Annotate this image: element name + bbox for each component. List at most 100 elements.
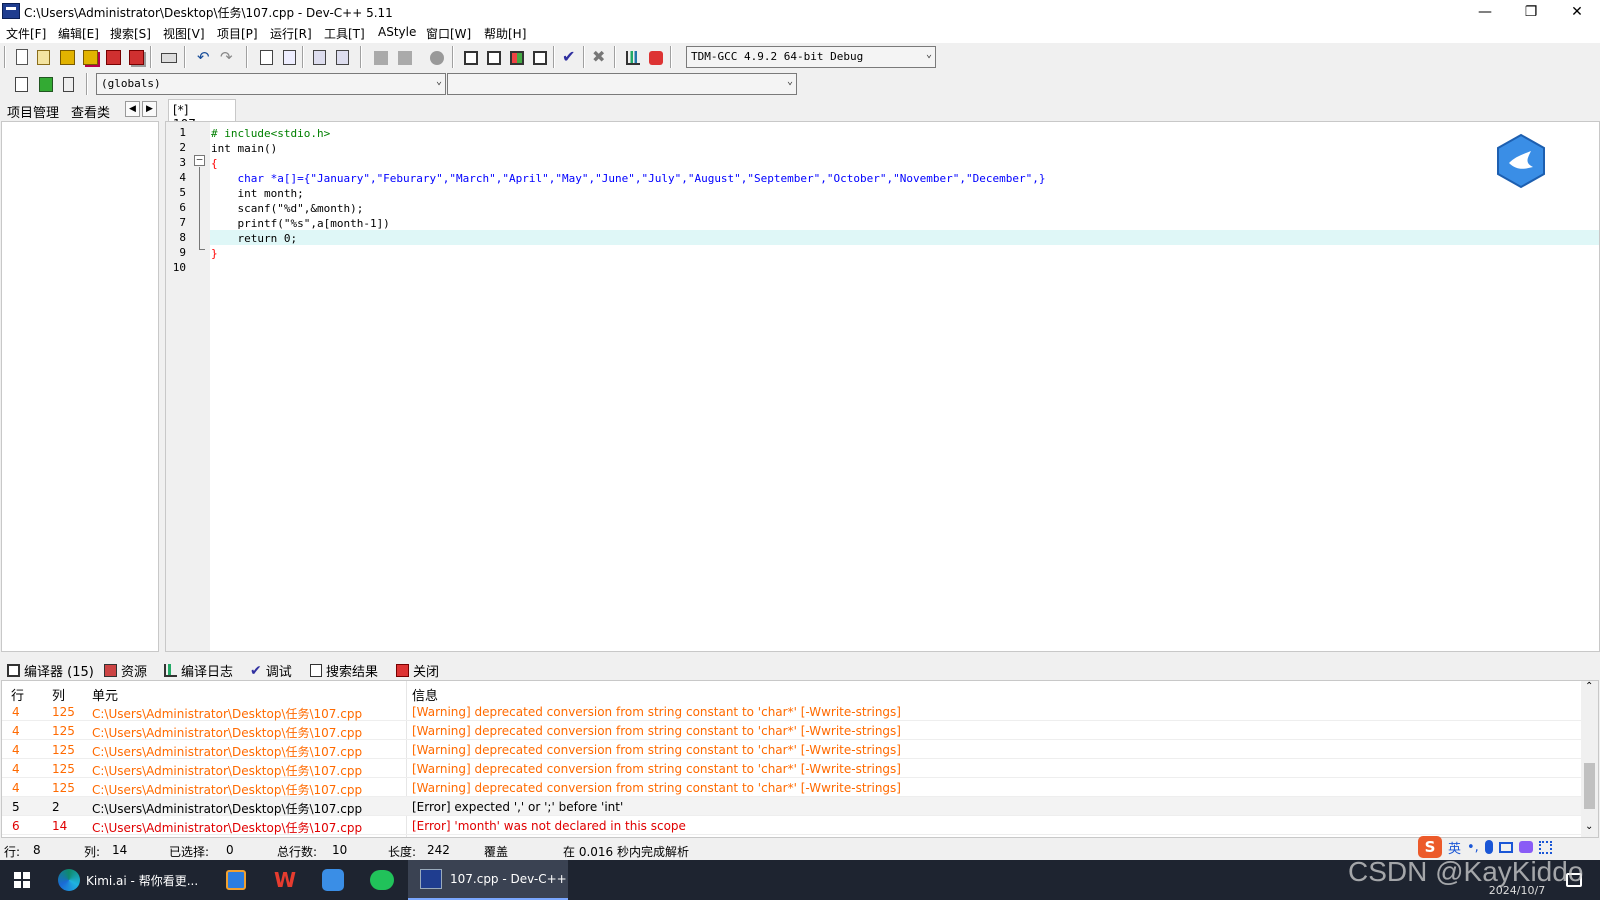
menu-tools[interactable]: 工具[T] bbox=[324, 25, 365, 42]
tab-debug[interactable]: ✔ 调试 bbox=[250, 661, 292, 681]
tab-scroll-left-button[interactable]: ◀ bbox=[125, 101, 140, 117]
replace-button[interactable] bbox=[279, 47, 299, 67]
check-syntax-button[interactable]: ✔ bbox=[561, 46, 581, 66]
close-file-button[interactable] bbox=[103, 47, 123, 67]
tab-project-manager[interactable]: 项目管理 bbox=[7, 102, 59, 121]
close-all-button[interactable] bbox=[126, 47, 146, 67]
taskbar-wechat[interactable] bbox=[370, 860, 396, 900]
scope-select[interactable]: (globals) ⌄ bbox=[96, 73, 446, 95]
goto-line-button[interactable] bbox=[426, 47, 446, 67]
bookmark-prev-button[interactable] bbox=[370, 47, 390, 67]
tab-compiler[interactable]: 编译器 (15) bbox=[7, 661, 94, 680]
tab-107-cpp[interactable]: [*] 107.cpp bbox=[168, 99, 236, 131]
code-text: int month; bbox=[211, 187, 304, 200]
cell-col: 125 bbox=[52, 743, 75, 757]
save-button[interactable] bbox=[57, 47, 77, 67]
minimize-button[interactable]: — bbox=[1462, 0, 1508, 23]
goto-declaration-button[interactable] bbox=[35, 74, 55, 94]
member-select[interactable]: ⌄ bbox=[447, 73, 797, 95]
restore-button[interactable]: ❐ bbox=[1508, 0, 1554, 23]
profile-button[interactable] bbox=[622, 47, 642, 67]
chevron-down-icon: ⌄ bbox=[435, 76, 442, 87]
message-row[interactable]: 4 125 C:\Users\Administrator\Desktop\任务\… bbox=[2, 778, 1582, 797]
save-all-button[interactable] bbox=[80, 47, 100, 67]
menu-view[interactable]: 视图[V] bbox=[163, 25, 205, 42]
cell-row: 4 bbox=[12, 724, 20, 738]
scroll-down-icon[interactable]: ⌄ bbox=[1585, 821, 1593, 832]
fold-collapse-icon[interactable]: − bbox=[194, 154, 205, 166]
project-tree[interactable] bbox=[1, 121, 159, 652]
scrollbar-thumb[interactable] bbox=[1584, 763, 1595, 809]
tab-search-results[interactable]: 搜索结果 bbox=[310, 661, 378, 680]
menu-edit[interactable]: 编辑[E] bbox=[58, 25, 99, 42]
apps-grid-icon[interactable] bbox=[1538, 840, 1552, 854]
tab-class-browser[interactable]: 查看类 bbox=[71, 102, 110, 121]
insert-button[interactable] bbox=[11, 74, 31, 94]
taskbar-wps[interactable]: W bbox=[274, 860, 298, 900]
open-file-button[interactable] bbox=[33, 47, 53, 67]
messages-scrollbar[interactable]: ⌃ ⌄ bbox=[1581, 681, 1598, 837]
microphone-icon[interactable] bbox=[1484, 840, 1493, 854]
toggle-bookmark-button[interactable] bbox=[58, 74, 78, 94]
compiler-messages-table[interactable]: 行 列 单元 信息 4 125 C:\Users\Administrator\D… bbox=[1, 680, 1599, 838]
delete-profile-button[interactable] bbox=[645, 47, 665, 67]
window-layout-button[interactable] bbox=[483, 47, 503, 67]
color-layout-button[interactable] bbox=[506, 47, 526, 67]
code-editor[interactable] bbox=[165, 121, 1600, 652]
redo-button[interactable]: ↷ bbox=[219, 47, 239, 67]
find-button[interactable] bbox=[256, 47, 276, 67]
tab-resources-label: 资源 bbox=[121, 665, 148, 680]
code-text: } bbox=[211, 247, 218, 260]
undo-button[interactable]: ↶ bbox=[196, 47, 216, 67]
devcpp-taskbar-icon bbox=[420, 869, 442, 889]
keyboard-icon[interactable] bbox=[1498, 841, 1513, 853]
menu-astyle[interactable]: AStyle bbox=[378, 25, 416, 39]
new-file-icon bbox=[16, 49, 28, 65]
message-row[interactable]: 6 14 C:\Users\Administrator\Desktop\任务\1… bbox=[2, 816, 1582, 835]
indent-button[interactable] bbox=[309, 47, 329, 67]
message-row[interactable]: 5 2 C:\Users\Administrator\Desktop\任务\10… bbox=[2, 797, 1582, 816]
stop-button[interactable]: ✖ bbox=[591, 46, 611, 66]
taskbar-devcpp[interactable]: 107.cpp - Dev-C++ bbox=[408, 860, 568, 900]
bookmark-next-button[interactable] bbox=[394, 47, 414, 67]
taskbar-dove[interactable] bbox=[322, 860, 346, 900]
close-button[interactable]: ✕ bbox=[1554, 0, 1600, 23]
message-row[interactable]: 4 125 C:\Users\Administrator\Desktop\任务\… bbox=[2, 759, 1582, 778]
status-row-label: 行: bbox=[4, 845, 21, 859]
ime-language[interactable]: 英 bbox=[1448, 838, 1461, 857]
menu-run[interactable]: 运行[R] bbox=[270, 25, 312, 42]
punctuation-icon[interactable]: •, bbox=[1467, 840, 1479, 855]
menu-window[interactable]: 窗口[W] bbox=[426, 25, 471, 42]
tile-layout-button[interactable] bbox=[529, 47, 549, 67]
compiler-select[interactable]: TDM-GCC 4.9.2 64-bit Debug ⌄ bbox=[686, 46, 936, 68]
menu-file[interactable]: 文件[F] bbox=[6, 25, 46, 42]
menu-search[interactable]: 搜索[S] bbox=[110, 25, 151, 42]
skin-icon[interactable] bbox=[1518, 841, 1533, 853]
taskbar-app-blue[interactable] bbox=[226, 860, 246, 900]
start-button[interactable] bbox=[14, 860, 34, 900]
scroll-up-icon[interactable]: ⌃ bbox=[1585, 681, 1593, 692]
tab-resources[interactable]: 资源 bbox=[104, 661, 147, 680]
sogou-icon[interactable]: S bbox=[1418, 836, 1442, 858]
unindent-button[interactable] bbox=[332, 47, 352, 67]
menu-project[interactable]: 项目[P] bbox=[217, 25, 258, 42]
code-text: # include<stdio.h> bbox=[211, 127, 331, 140]
message-row[interactable]: 4 125 C:\Users\Administrator\Desktop\任务\… bbox=[2, 721, 1582, 740]
line-number: 8 bbox=[179, 231, 186, 244]
green-arrow-icon bbox=[39, 77, 53, 92]
tab-scroll-right-button[interactable]: ▶ bbox=[142, 101, 157, 117]
dove-logo-icon[interactable] bbox=[1495, 133, 1547, 189]
menu-help[interactable]: 帮助[H] bbox=[484, 25, 526, 42]
code-text: printf("%s",a[month-1]) bbox=[211, 217, 390, 230]
message-row[interactable]: 4 125 C:\Users\Administrator\Desktop\任务\… bbox=[2, 740, 1582, 759]
current-line-highlight bbox=[210, 230, 1599, 245]
tab-close[interactable]: 关闭 bbox=[396, 661, 439, 680]
windows-logo-icon bbox=[14, 872, 30, 888]
tab-compile-log[interactable]: 编译日志 bbox=[164, 661, 233, 680]
message-row[interactable]: 4 125 C:\Users\Administrator\Desktop\任务\… bbox=[2, 702, 1582, 721]
print-button[interactable] bbox=[158, 47, 178, 67]
new-project-button[interactable] bbox=[460, 47, 480, 67]
new-file-button[interactable] bbox=[11, 47, 31, 67]
taskbar-kimi[interactable]: Kimi.ai - 帮你看更... bbox=[58, 860, 206, 900]
status-total-lines-value: 10 bbox=[332, 843, 348, 857]
